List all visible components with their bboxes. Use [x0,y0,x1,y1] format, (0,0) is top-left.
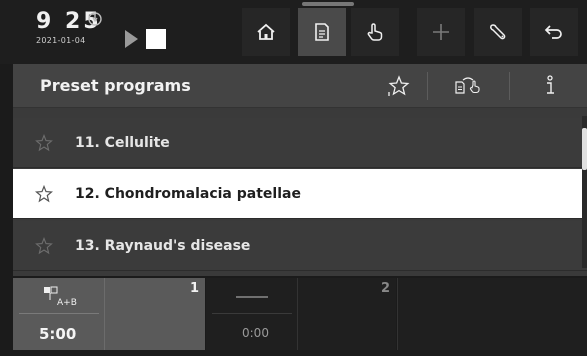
channel-2-duration: 0:00 [242,326,269,340]
channel-1-panel[interactable]: A+B 5:00 1 [13,278,205,350]
panel-title: Preset programs [40,76,191,95]
clock-date: 2021-01-04 [36,36,86,45]
stop-button[interactable] [146,29,166,49]
favorite-star-icon[interactable] [35,184,53,203]
favorites-filter-button[interactable] [369,69,427,103]
wrench-icon [490,24,506,40]
header-divider [509,72,510,100]
load-program-icon [455,77,480,94]
settings-button[interactable] [474,8,522,56]
plus-icon [433,24,449,40]
play-icon[interactable] [125,30,138,48]
power-status-icon [88,12,102,26]
favorite-star-icon[interactable] [35,236,53,255]
back-button[interactable] [530,8,578,56]
channel-2-number: 2 [380,281,390,296]
manual-button[interactable] [351,8,399,56]
program-item[interactable]: 11. Cellulite [13,118,587,168]
home-button[interactable] [242,8,290,56]
info-icon [547,75,554,94]
channel-1-settings[interactable]: A+B 5:00 [13,278,105,350]
program-item[interactable]: 13. Raynaud's disease [13,221,587,271]
programs-button[interactable] [298,8,346,56]
add-button[interactable] [417,8,465,56]
channel-2-panel[interactable]: 0:00 2 [206,278,396,350]
hand-pointer-icon [367,23,383,41]
header-divider [427,72,428,100]
scrollbar-thumb[interactable] [582,128,587,170]
channel-2-settings[interactable]: 0:00 [206,278,298,350]
panel-drag-handle[interactable] [302,2,354,6]
document-icon [315,23,329,41]
top-bar: 9 25 2021-01-04 [0,0,587,64]
home-icon [257,23,275,40]
favorite-star-icon [388,75,410,96]
program-item-selected[interactable]: 12. Chondromalacia patellae [13,169,587,219]
info-button[interactable] [521,69,579,103]
load-program-button[interactable] [439,69,497,103]
channel-1-number: 1 [189,281,199,296]
program-label: 13. Raynaud's disease [75,237,251,254]
divider [212,313,292,314]
preset-programs-panel: Preset programs 11. Cellulite 12. Chondr… [13,64,587,276]
favorite-star-icon[interactable] [35,133,53,152]
return-arrow-icon [544,25,562,39]
divider [19,313,99,314]
channel-empty-slot [397,278,587,350]
empty-mode-indicator [236,296,268,298]
channel-mode-label: A+B [57,298,77,308]
panel-header: Preset programs [13,64,587,108]
channel-mode: A+B [43,286,79,308]
channel-1-duration: 5:00 [39,325,77,343]
program-label: 12. Chondromalacia patellae [75,185,301,202]
program-label: 11. Cellulite [75,134,170,151]
